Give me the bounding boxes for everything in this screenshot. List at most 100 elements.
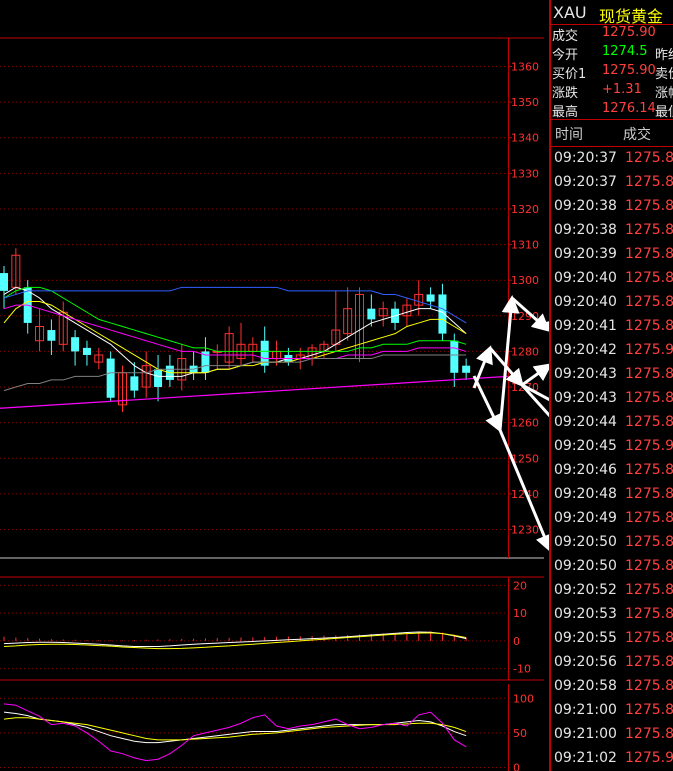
trendline xyxy=(0,375,509,409)
quote-panel: XAU 现货黄金 成交 1275.90 今开 1274.5 昨结买价1 1275… xyxy=(549,0,673,771)
annotation-arrows xyxy=(472,295,549,553)
macd-ytick-label: -10 xyxy=(513,663,531,676)
candle-body xyxy=(71,337,80,352)
tick-time: 09:20:43 xyxy=(554,390,617,406)
candle-body xyxy=(130,376,139,391)
candle-body xyxy=(0,273,8,291)
quote-label-2: 昨结 xyxy=(655,48,673,63)
quote-value: 1274.5 xyxy=(602,44,648,59)
kdj-ytick-label: 0 xyxy=(513,762,520,771)
tick-time: 09:20:58 xyxy=(554,678,617,694)
tick-row: 09:20:43 1275.8 xyxy=(551,366,673,390)
tick-time: 09:20:37 xyxy=(554,174,617,190)
macd-ytick-label: 10 xyxy=(513,607,527,620)
tick-price: 1275.8 xyxy=(625,606,673,622)
tick-row: 09:20:44 1275.8 xyxy=(551,414,673,438)
candle-body xyxy=(154,369,163,388)
tick-time: 09:20:44 xyxy=(554,414,617,430)
candle-body xyxy=(462,365,471,373)
tick-time: 09:20:49 xyxy=(554,510,617,526)
arrow-annotation xyxy=(472,375,502,433)
tick-time: 09:20:43 xyxy=(554,366,617,382)
kdj-line xyxy=(3,717,467,741)
tick-row: 09:20:45 1275.9 xyxy=(551,438,673,462)
quote-value: 1275.90 xyxy=(602,63,656,78)
tick-row: 09:20:48 1275.8 xyxy=(551,486,673,510)
tick-price: 1275.8 xyxy=(625,246,673,262)
tick-row: 09:20:42 1275.9 xyxy=(551,342,673,366)
quote-label-2: 最低 xyxy=(655,105,673,120)
tick-row: 09:20:50 1275.8 xyxy=(551,558,673,582)
macd-ytick-label: 20 xyxy=(513,579,527,592)
tick-price: 1275.8 xyxy=(625,462,673,478)
tick-price: 1275.8 xyxy=(625,318,673,334)
macd-panel: 20 10 0 -10 xyxy=(0,576,544,681)
tick-price: 1275.9 xyxy=(625,438,673,454)
quote-value: +1.31 xyxy=(602,82,642,97)
tick-row: 09:20:49 1275.8 xyxy=(551,510,673,534)
tick-row: 09:20:58 1275.8 xyxy=(551,678,673,702)
tick-row: 09:20:38 1275.8 xyxy=(551,198,673,222)
tick-time: 09:21:00 xyxy=(554,726,617,742)
tick-time: 09:20:39 xyxy=(554,246,617,262)
col-price-header: 成交 xyxy=(623,127,651,143)
quote-row: 最高 1276.14 最低 xyxy=(551,101,673,120)
tick-time: 09:20:38 xyxy=(554,222,617,238)
main-ytick-label: 1350 xyxy=(511,96,539,109)
candle-body xyxy=(82,347,91,355)
quote-value: 1275.90 xyxy=(602,25,656,40)
tick-row: 09:21:00 1275.8 xyxy=(551,726,673,750)
tick-time: 09:20:48 xyxy=(554,486,617,502)
tick-time: 09:20:50 xyxy=(554,558,617,574)
chart-area: 1360135013401330132013101300129012801270… xyxy=(0,37,549,771)
tick-price: 1275.9 xyxy=(625,750,673,766)
tick-time: 09:20:50 xyxy=(554,534,617,550)
tick-time: 09:20:40 xyxy=(554,294,617,310)
tick-time: 09:21:02 xyxy=(554,750,617,766)
tick-row: 09:20:50 1275.8 xyxy=(551,534,673,558)
quote-row: 今开 1274.5 昨结 xyxy=(551,44,673,63)
main-ytick-label: 1260 xyxy=(511,417,539,430)
kdj-line xyxy=(3,711,467,744)
kdj-line xyxy=(3,703,467,762)
col-time-header: 时间 xyxy=(555,127,583,143)
tick-time: 09:20:56 xyxy=(554,654,617,670)
tick-price: 1275.8 xyxy=(625,198,673,214)
main-ytick-label: 1280 xyxy=(511,345,539,358)
tick-row: 09:21:00 1275.8 xyxy=(551,702,673,726)
candle-body xyxy=(426,294,435,302)
tick-row: 09:20:41 1275.8 xyxy=(551,318,673,342)
tick-row: 09:20:43 1275.8 xyxy=(551,390,673,414)
candle-body xyxy=(47,330,56,341)
quote-label: 成交 xyxy=(552,29,579,44)
tick-row: 09:20:38 1275.8 xyxy=(551,222,673,246)
tick-time: 09:20:45 xyxy=(554,438,617,454)
kdj-panel: 100 50 0 xyxy=(0,684,534,771)
tick-row: 09:20:37 1275.8 xyxy=(551,174,673,198)
tick-price: 1275.8 xyxy=(625,390,673,406)
main-ytick-label: 1360 xyxy=(511,60,539,73)
moving-average-line xyxy=(3,354,467,392)
tick-price: 1275.8 xyxy=(625,174,673,190)
quote-row: 成交 1275.90 xyxy=(551,25,673,44)
main-ytick-label: 1300 xyxy=(511,274,539,287)
quote-value: 1276.14 xyxy=(602,101,656,116)
kdj-ytick-label: 50 xyxy=(513,727,527,740)
main-ytick-label: 1310 xyxy=(511,239,539,252)
main-ytick-label: 1330 xyxy=(511,167,539,180)
tick-price: 1275.8 xyxy=(625,486,673,502)
macd-ytick-label: 0 xyxy=(513,635,520,648)
main-ytick-label: 1230 xyxy=(511,524,539,537)
tick-time: 09:20:46 xyxy=(554,462,617,478)
symbol-code: XAU xyxy=(553,3,587,22)
tick-price: 1275.8 xyxy=(625,558,673,574)
tick-list-header: 时间 成交 xyxy=(551,120,673,144)
tick-price: 1275.8 xyxy=(625,726,673,742)
tick-time: 09:20:37 xyxy=(554,150,617,166)
kdj-ytick-label: 100 xyxy=(513,692,534,705)
quote-label: 买价1 xyxy=(552,67,587,82)
tick-price: 1275.8 xyxy=(625,510,673,526)
quote-label: 涨跌 xyxy=(552,86,579,101)
tick-row: 09:20:40 1275.8 xyxy=(551,294,673,318)
quote-label: 最高 xyxy=(552,105,579,120)
